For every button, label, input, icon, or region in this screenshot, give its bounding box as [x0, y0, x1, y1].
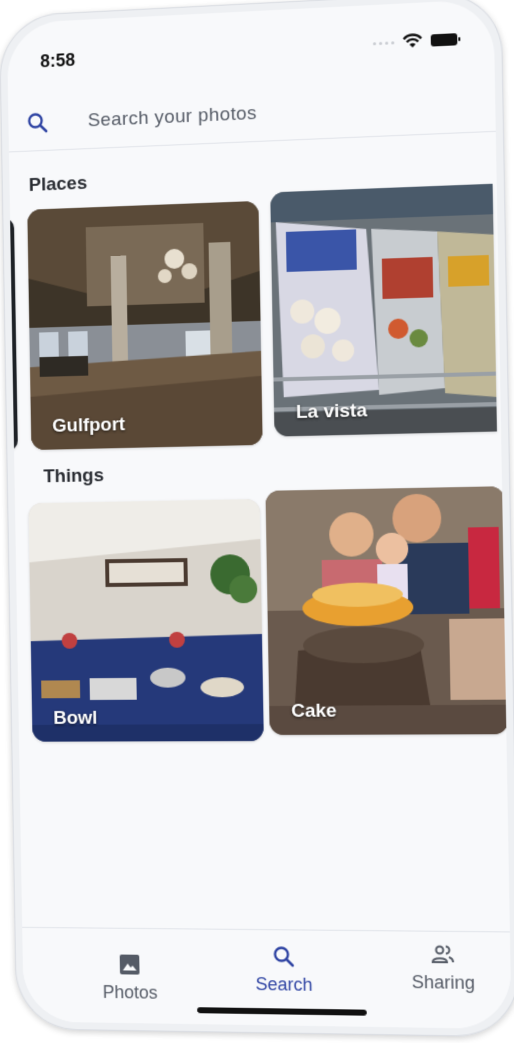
place-card-gulfport[interactable]: Gulfport [27, 200, 263, 451]
search-icon[interactable] [26, 110, 50, 135]
signal-icon [372, 40, 395, 45]
image-icon [119, 954, 140, 975]
app-screen: 8:58 Search your photos Places Gulfport … [6, 0, 512, 1030]
people-icon [430, 942, 455, 967]
status-icons [372, 29, 458, 53]
card-label: Bowl [53, 707, 98, 729]
section-title-things: Things [43, 465, 105, 488]
card-label: Gulfport [52, 414, 126, 437]
nav-label-sharing: Sharing [411, 971, 476, 993]
card-label: Cake [291, 700, 337, 722]
la-vista-photo [270, 183, 497, 437]
search-input[interactable] [85, 88, 449, 139]
device-frame: 8:58 Search your photos Places Gulfport … [0, 0, 514, 1038]
nav-item-photos[interactable]: Photos [51, 938, 209, 1019]
wifi-icon [402, 33, 423, 48]
place-card-la-vista[interactable]: La vista [270, 183, 497, 437]
bowl-photo [28, 498, 264, 742]
cake-photo [265, 486, 509, 735]
gulfport-photo [27, 200, 263, 451]
nav-item-search[interactable]: Search [204, 930, 365, 1012]
thing-card-cake[interactable]: Cake [265, 486, 509, 735]
nav-label-photos: Photos [102, 982, 158, 1003]
battery-icon [430, 33, 458, 47]
thing-card-bowl[interactable]: Bowl [28, 498, 264, 742]
section-title-places: Places [28, 172, 88, 196]
phone-mockup: 8:58 Search your photos Places Gulfport … [0, 0, 514, 1043]
search-icon [271, 944, 295, 968]
partial-card-previous[interactable] [6, 218, 18, 451]
status-time: 8:58 [40, 49, 76, 72]
nav-label-search: Search [255, 974, 313, 995]
card-label: La vista [295, 400, 368, 424]
nav-item-sharing[interactable]: Sharing [361, 927, 511, 1010]
